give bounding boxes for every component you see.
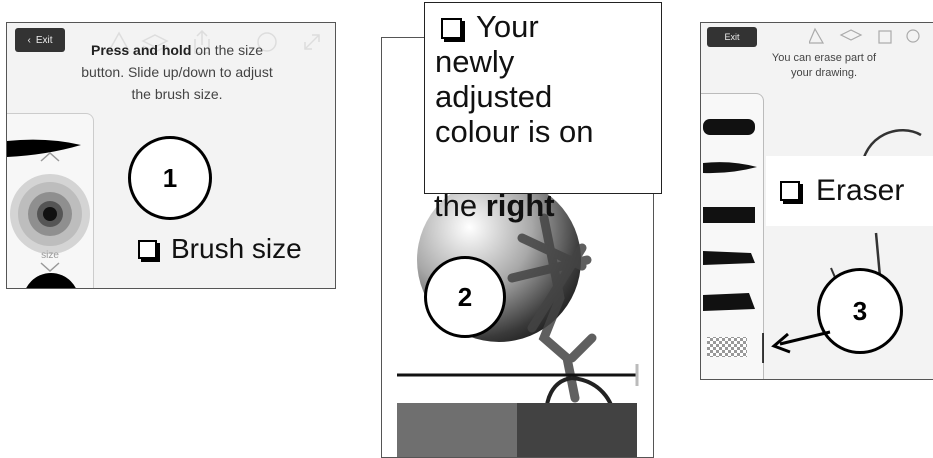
brush-size-callout: Brush size [126,222,334,276]
brush-option [703,293,755,311]
hint-line-3: the brush size. [131,86,223,102]
chevron-up-icon[interactable] [39,149,61,165]
colour-callout: Your newly adjusted colour is on [424,2,662,194]
checkbox-icon [441,18,462,40]
step-3-number: 3 [852,295,868,326]
brush-list-strokes [703,119,757,311]
step-2-number: 2 [457,281,473,312]
settings-icon [906,29,920,43]
shapes-icon [809,27,825,44]
layers-icon [839,29,863,41]
colour-callout-line-1: Your [476,9,539,44]
size-button[interactable] [9,173,91,255]
brush-option [703,119,755,135]
chevron-left-icon: ‹ [27,34,31,46]
colour-callout-line-4: colour is on [435,114,594,149]
hint-rest: on the size [191,42,263,58]
brush-option [703,162,757,174]
eraser-callout: Eraser [766,156,933,226]
brush-size-label: Brush size [171,233,302,264]
brush-option [703,207,755,223]
colour-callout-line-3: adjusted [435,79,553,114]
checkbox-icon [138,239,157,259]
hint-bold: Press and hold [91,42,192,58]
colour-callout-line-5: the right [434,188,555,223]
toolbar-icons [809,27,920,44]
step-1-number: 1 [162,162,178,193]
eraser-label: Eraser [816,174,905,207]
size-label: size [41,250,59,261]
eraser-hint-text: You can erase part of your drawing. [749,51,899,81]
brush-dot [26,273,76,288]
brush-option [703,251,755,265]
eraser-hint-line-2: your drawing. [790,67,858,79]
eraser-arrow [771,330,831,354]
size-hint-text: Press and hold on the size button. Slide… [47,39,307,105]
previous-colour-swatch [397,403,517,457]
checkbox-icon [780,181,800,201]
exit-label: Exit [724,32,740,42]
exit-button[interactable]: Exit [707,27,757,47]
hint-line-2: button. Slide up/down to adjust [81,64,273,80]
step-2-marker: 2 [424,256,506,338]
share-icon [878,30,892,44]
expand-icon [304,34,320,50]
new-colour-swatch [517,403,637,457]
step-1-marker: 1 [128,136,212,220]
colour-callout-pre: the [434,188,486,223]
colour-callout-bold: right [485,188,555,223]
eraser-hint-line-1: You can erase part of [771,52,877,64]
colour-callout-line-2: newly [435,44,515,79]
